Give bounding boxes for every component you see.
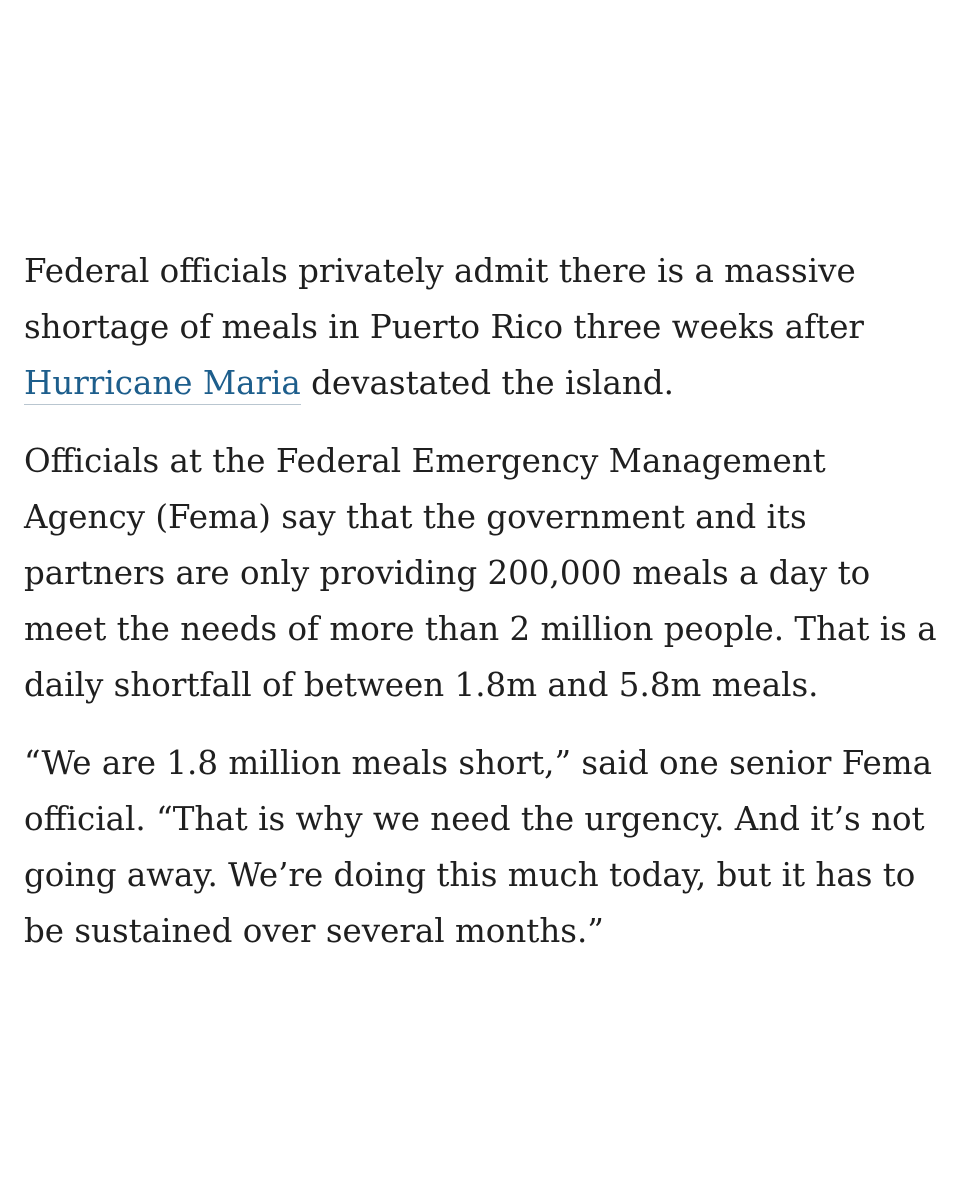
text-line: shortage of meals in Puerto Rico three w… [24, 308, 864, 346]
text-line: going away. We’re doing this much today,… [24, 856, 916, 894]
text-after-link: devastated the island. [300, 364, 674, 402]
text-line: Federal officials privately admit there … [24, 252, 856, 290]
text-line: daily shortfall of between 1.8m and 5.8m… [24, 666, 819, 704]
text-line: “We are 1.8 million meals short,” said o… [24, 744, 932, 782]
text-line: partners are only providing 200,000 meal… [24, 554, 871, 592]
text-line: be sustained over several months.” [24, 912, 604, 950]
paragraph-3: “We are 1.8 million meals short,” said o… [24, 735, 936, 959]
text-line: Officials at the Federal Emergency Manag… [24, 442, 826, 480]
text-line: meet the needs of more than 2 million pe… [24, 610, 937, 648]
text-line: Agency (Fema) say that the government an… [24, 498, 807, 536]
paragraph-1: Federal officials privately admit there … [24, 243, 936, 411]
paragraph-2: Officials at the Federal Emergency Manag… [24, 433, 937, 713]
hurricane-maria-link[interactable]: Hurricane Maria [24, 364, 301, 405]
text-line: official. “That is why we need the urgen… [24, 800, 925, 838]
article-body: Federal officials privately admit there … [24, 243, 937, 981]
text-line-with-link: Hurricane Maria devastated the island. [24, 355, 936, 411]
